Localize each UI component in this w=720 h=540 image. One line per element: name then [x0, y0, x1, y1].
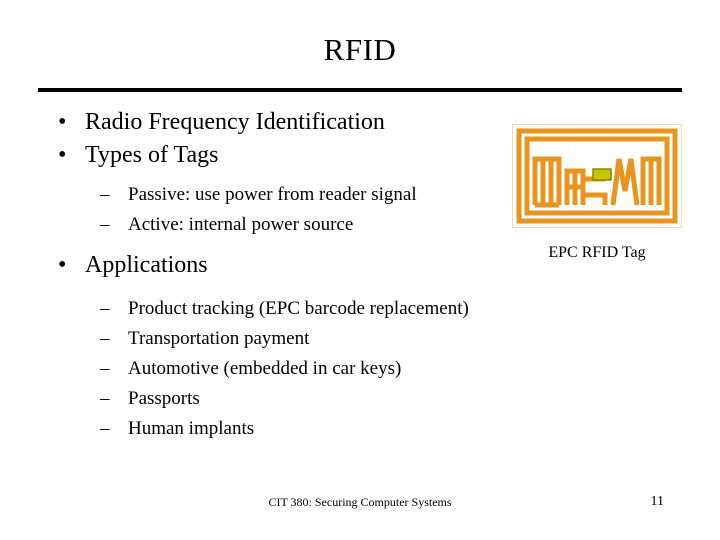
footer-course-label: CIT 380: Securing Computer Systems	[268, 495, 452, 509]
figure-caption: EPC RFID Tag	[548, 244, 646, 261]
list-item: – Human implants	[38, 414, 684, 444]
list-item: – Transportation payment	[38, 324, 684, 354]
bullet-marker: –	[100, 418, 110, 439]
bullet-marker: –	[100, 214, 110, 235]
list-item-label: Passports	[128, 388, 200, 409]
list-item-label: Human implants	[128, 418, 255, 439]
rfid-chip-icon	[592, 168, 612, 181]
list-item-label: Transportation payment	[128, 328, 310, 349]
list-item-label: Types of Tags	[85, 142, 219, 168]
list-item-label: Passive: use power from reader signal	[128, 184, 417, 205]
list-item-label: Active: internal power source	[128, 214, 354, 235]
bullet-marker: –	[100, 184, 110, 205]
list-item-label: Automotive (embedded in car keys)	[128, 358, 402, 379]
bullet-marker: –	[100, 358, 110, 379]
list-item: – Product tracking (EPC barcode replacem…	[38, 294, 684, 324]
bullet-marker: •	[58, 252, 67, 278]
title-divider	[38, 88, 682, 92]
page-title: RFID	[323, 32, 397, 67]
bullet-marker: –	[100, 328, 110, 349]
bullet-marker: •	[58, 109, 67, 135]
bullet-marker: –	[100, 388, 110, 409]
rfid-tag-image	[512, 124, 682, 228]
bullet-sublist-applications: – Product tracking (EPC barcode replacem…	[38, 294, 684, 444]
list-item-label: Radio Frequency Identification	[85, 109, 385, 135]
rfid-antenna-icon	[513, 125, 681, 227]
slide: RFID • Radio Frequency Identification • …	[0, 0, 720, 540]
list-item: – Passports	[38, 384, 684, 414]
bullet-marker: •	[58, 142, 67, 168]
list-item-label: Applications	[85, 252, 208, 278]
bullet-marker: –	[100, 298, 110, 319]
list-item-label: Product tracking (EPC barcode replacemen…	[128, 298, 469, 319]
list-item: – Automotive (embedded in car keys)	[38, 354, 684, 384]
footer-page-number: 11	[650, 494, 664, 509]
